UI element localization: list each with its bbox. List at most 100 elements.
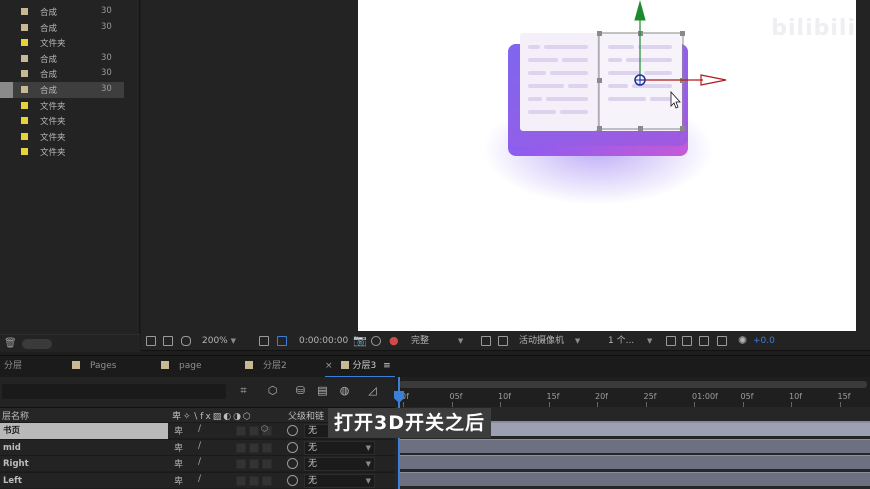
mask-view-icon[interactable] <box>181 336 191 346</box>
project-footer: 🗑 <box>0 334 140 352</box>
tab-2[interactable]: page <box>161 356 201 378</box>
project-item-fps: 30 <box>101 84 112 94</box>
shy-toggle-icon[interactable]: 卑 <box>174 474 183 487</box>
tab-close-icon[interactable]: × <box>325 361 333 371</box>
trash-icon[interactable]: 🗑 <box>4 338 17 349</box>
layer-duration-bar[interactable] <box>400 455 870 469</box>
quality-toggle-icon[interactable]: ∕ <box>198 457 201 467</box>
project-item-comp[interactable]: 合成 30 <box>0 82 124 98</box>
layer-switch-box[interactable] <box>262 459 272 469</box>
quality-toggle-icon[interactable]: ∕ <box>198 441 201 451</box>
project-item-folder[interactable]: 文件夹 <box>0 98 124 114</box>
motion-blur-icon[interactable]: ◍ <box>338 385 351 397</box>
shy-toggle-icon[interactable]: 卑 <box>174 424 183 437</box>
shy-layers-icon[interactable]: ⛁ <box>294 385 307 397</box>
quality-toggle-icon[interactable]: ∕ <box>198 474 201 484</box>
flowchart-icon[interactable] <box>717 336 727 346</box>
layer-name[interactable]: 书页 <box>0 423 168 439</box>
region-of-interest-icon[interactable] <box>277 336 287 346</box>
layer-search-input[interactable] <box>2 384 226 399</box>
project-item-folder[interactable]: 文件夹 <box>0 113 124 129</box>
exposure-value[interactable]: +0.0 <box>753 331 775 351</box>
z-axis-gizmo[interactable] <box>634 74 646 86</box>
layer-row[interactable]: Right 卑 ∕ 无 ▼ <box>0 455 395 471</box>
project-item-comp[interactable]: 合成 30 <box>0 4 124 20</box>
transparency-grid-icon[interactable] <box>498 336 508 346</box>
quality-toggle-icon[interactable]: ∕ <box>198 424 201 434</box>
tab-3[interactable]: 分层2 <box>245 356 287 378</box>
label-color-swatch <box>21 8 28 15</box>
project-item-comp[interactable]: 合成 30 <box>0 20 124 36</box>
layer-duration-bar[interactable] <box>400 471 870 486</box>
layer-switch-box[interactable] <box>249 442 259 453</box>
toggle-pixel-aspect-icon[interactable] <box>666 336 676 346</box>
view-layout-select[interactable]: 1 个... ▼ <box>608 331 652 351</box>
ruler-tick-label: 25f <box>643 392 657 401</box>
parent-pick-whip-icon[interactable] <box>287 474 298 486</box>
work-area-bar[interactable] <box>399 381 867 388</box>
layer-name[interactable]: mid <box>0 440 168 456</box>
parent-select[interactable]: 无▼ <box>304 473 375 488</box>
3d-draft-icon[interactable] <box>682 336 692 346</box>
shy-toggle-icon[interactable]: 卑 <box>174 457 183 470</box>
layer-switch-box[interactable] <box>236 442 246 453</box>
layer-row[interactable]: mid 卑 ∕ 无 ▼ <box>0 438 395 456</box>
layer-switch-box[interactable] <box>236 426 246 436</box>
comp-flowchart-icon[interactable]: ⌗ <box>237 385 250 397</box>
layer-switch-box[interactable] <box>236 475 246 486</box>
bit-depth-toggle[interactable] <box>22 339 52 349</box>
composition-canvas[interactable]: bilibili <box>358 0 856 331</box>
project-item-folder[interactable]: 文件夹 <box>0 35 124 51</box>
frame-blending-icon[interactable]: ▤ <box>316 385 329 397</box>
zoom-select[interactable]: 200% ▼ <box>202 331 236 351</box>
project-item-comp[interactable]: 合成 30 <box>0 51 124 67</box>
layer-name[interactable]: Right <box>0 456 168 472</box>
color-channels-icon[interactable]: ● <box>389 331 399 351</box>
active-camera-select[interactable]: 活动摄像机 ▼ <box>519 331 580 351</box>
graph-editor-icon[interactable]: ◿ <box>366 385 379 397</box>
tab-4[interactable]: × 分层3 ≡ <box>325 356 395 378</box>
reset-exposure-icon[interactable]: ✺ <box>738 331 747 351</box>
layer-switch-box[interactable] <box>249 475 259 486</box>
show-snapshot-icon[interactable] <box>371 336 381 346</box>
time-ruler[interactable]: 0f 05f 10f 15f 20f 25f 01:00f 05f 10f 15f <box>395 377 870 407</box>
resolution-select[interactable]: 完整 ▼ <box>411 331 463 351</box>
layer-switch-box[interactable] <box>249 426 259 436</box>
project-item-name: 合成 <box>40 23 58 34</box>
layer-duration-bar[interactable] <box>400 438 870 453</box>
layer-switch-box[interactable] <box>236 459 246 469</box>
layer-name[interactable]: Left <box>0 473 168 489</box>
fit-frame-icon[interactable] <box>259 336 269 346</box>
layer-switch-box[interactable] <box>262 475 272 486</box>
3d-layer-cube-icon[interactable]: ⬡ <box>261 424 268 433</box>
project-item-folder[interactable]: 文件夹 <box>0 129 124 145</box>
project-item-comp[interactable]: 合成 30 <box>0 66 124 82</box>
tab-color-swatch <box>72 361 80 369</box>
parent-select[interactable]: 无▼ <box>304 457 375 471</box>
tab-0[interactable]: 分层 <box>4 356 22 378</box>
layer-name-column[interactable]: 层名称 <box>2 409 29 422</box>
current-time-display[interactable]: 0:00:00:00 <box>299 331 348 351</box>
tab-menu-icon[interactable]: ≡ <box>383 361 391 371</box>
shy-toggle-icon[interactable]: 卑 <box>174 441 183 454</box>
book-artwork <box>483 0 727 205</box>
layer-switch-box[interactable] <box>262 442 272 453</box>
draft-3d-icon[interactable]: ⬡ <box>266 385 279 397</box>
layer-switch-box[interactable] <box>249 459 259 469</box>
parent-pick-whip-icon[interactable] <box>287 458 298 469</box>
layer-row[interactable]: Left 卑 ∕ 无 ▼ <box>0 471 395 489</box>
tab-1[interactable]: Pages <box>72 356 116 378</box>
parent-column[interactable]: 父级和链 <box>288 409 324 422</box>
project-panel: 合成 30 合成 30 文件夹 合成 30 合成 30 合成 30 文件夹 文件夹 文件夹 文件夹 🗑 <box>0 0 140 352</box>
timeline-icon[interactable] <box>699 336 709 346</box>
fast-preview-icon[interactable] <box>481 336 491 346</box>
parent-select[interactable]: 无▼ <box>304 440 375 455</box>
parent-pick-whip-icon[interactable] <box>287 425 298 436</box>
parent-pick-whip-icon[interactable] <box>287 441 298 453</box>
selection-marker <box>0 4 13 20</box>
camera-snapshot-icon[interactable]: 📷 <box>353 331 367 351</box>
monitor-icon[interactable] <box>163 336 173 346</box>
project-item-folder[interactable]: 文件夹 <box>0 144 124 160</box>
viewer-toolbar: 200% ▼ 0:00:00:00 📷 ● 完整 ▼ 活动摄像机 ▼ 1 个..… <box>141 331 870 351</box>
snapshot-options-icon[interactable] <box>146 336 156 346</box>
